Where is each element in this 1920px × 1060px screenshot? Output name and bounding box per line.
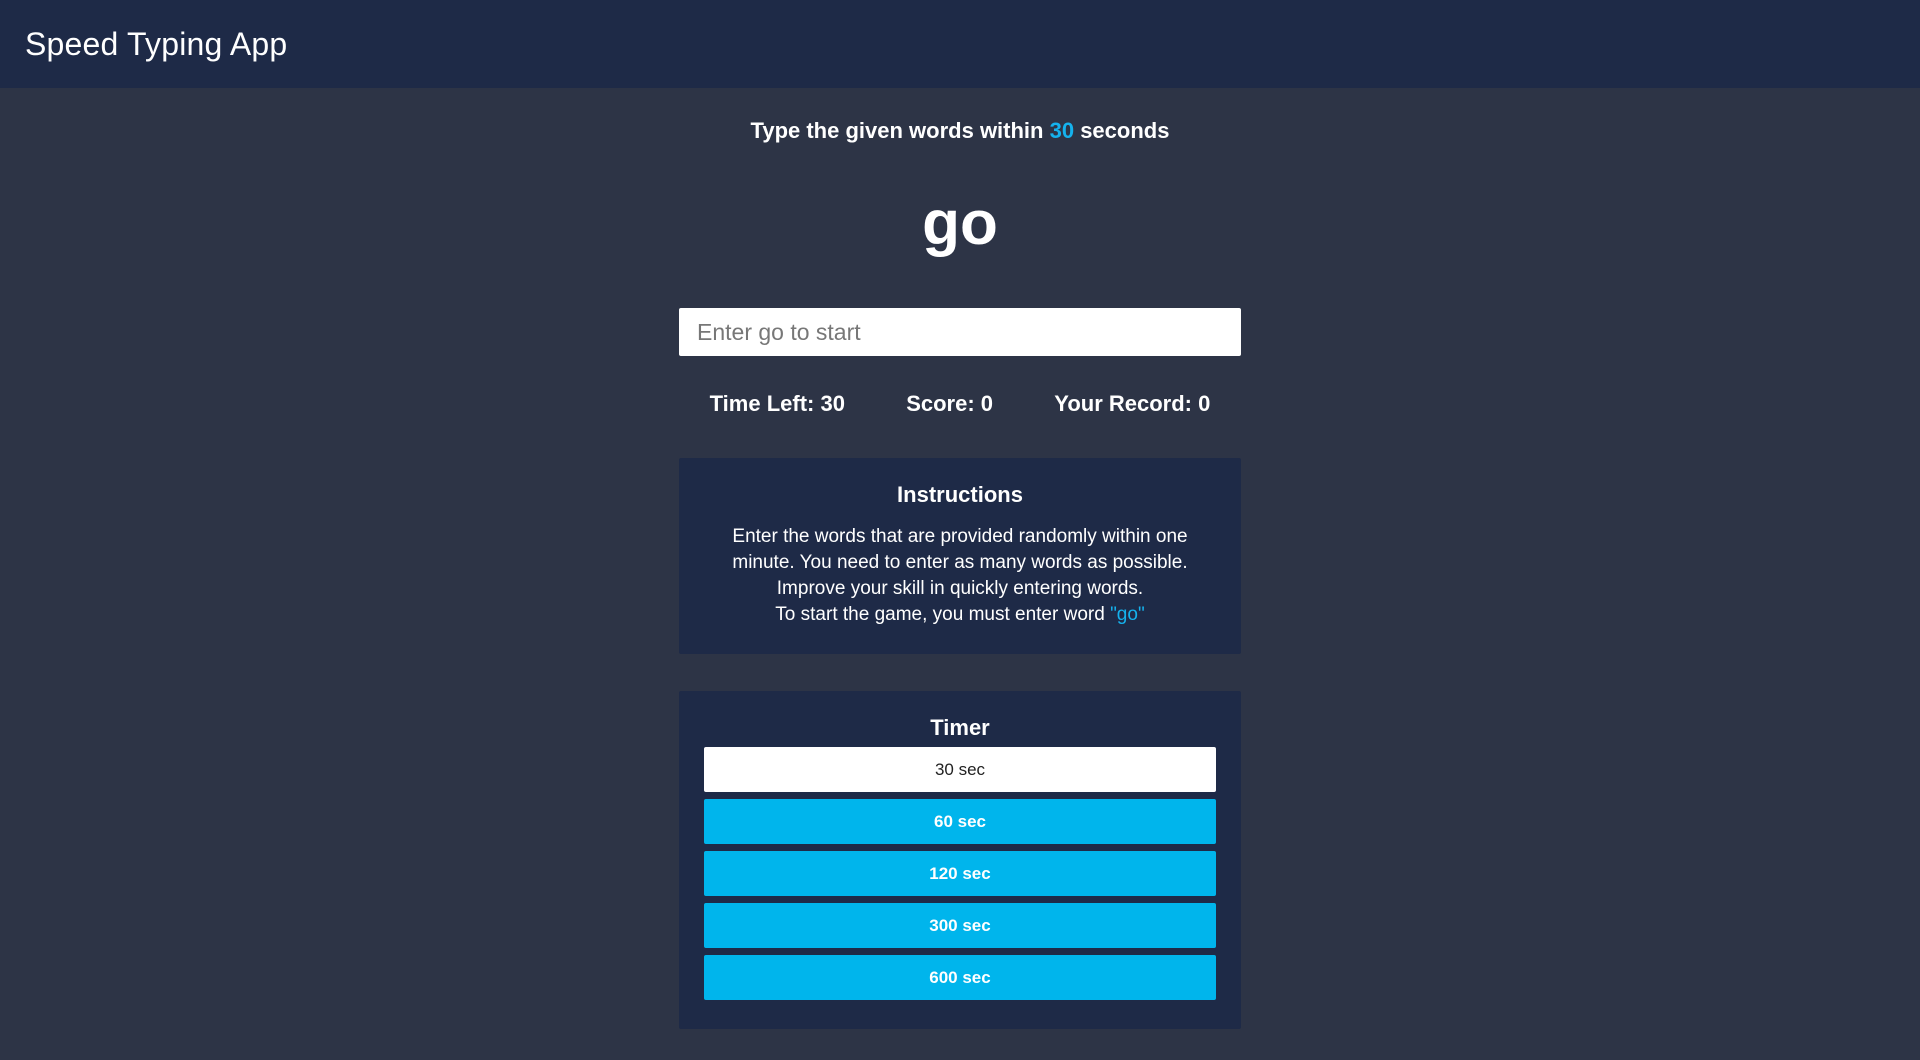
instructions-heading: Instructions bbox=[897, 482, 1023, 507]
timer-option-60[interactable]: 60 sec bbox=[704, 799, 1216, 844]
navbar: Speed Typing App bbox=[0, 0, 1920, 88]
score: Score: 0 bbox=[906, 391, 994, 416]
start-word-highlight: "go" bbox=[1110, 604, 1145, 625]
time-left: Time Left: 30 bbox=[709, 391, 845, 416]
instructions-line-4-prefix: To start the game, you must enter word bbox=[775, 604, 1111, 625]
subtitle-seconds: 30 bbox=[1049, 118, 1075, 143]
timer-heading: Timer bbox=[930, 715, 990, 740]
timer-option-600[interactable]: 600 sec bbox=[704, 955, 1216, 1000]
instructions-line-2: minute. You need to enter as many words … bbox=[732, 552, 1188, 573]
timer-option-120[interactable]: 120 sec bbox=[704, 851, 1216, 896]
main-content: Type the given words within 30 seconds g… bbox=[0, 88, 1920, 1060]
instructions-card: Instructions Enter the words that are pr… bbox=[679, 458, 1241, 654]
subtitle: Type the given words within 30 seconds bbox=[0, 118, 1920, 144]
app-title: Speed Typing App bbox=[25, 25, 288, 62]
instructions-line-1: Enter the words that are provided random… bbox=[732, 526, 1188, 547]
timer-option-300[interactable]: 300 sec bbox=[704, 903, 1216, 948]
instructions-line-4: To start the game, you must enter word "… bbox=[699, 602, 1221, 628]
subtitle-prefix: Type the given words within bbox=[750, 118, 1050, 143]
your-record: Your Record: 0 bbox=[1054, 391, 1211, 416]
timer-card: Timer 30 sec 60 sec 120 sec 300 sec 600 … bbox=[679, 691, 1241, 1029]
stats-bar: Time Left: 30 Score: 0 Your Record: 0 bbox=[679, 391, 1241, 417]
word-input[interactable] bbox=[679, 308, 1241, 356]
subtitle-suffix: seconds bbox=[1074, 118, 1170, 143]
instructions-text: Enter the words that are provided random… bbox=[679, 524, 1241, 628]
instructions-line-3: Improve your skill in quickly entering w… bbox=[776, 578, 1144, 599]
timer-options: 30 sec 60 sec 120 sec 300 sec 600 sec bbox=[679, 747, 1241, 1000]
current-word: go bbox=[922, 189, 998, 258]
timer-option-30[interactable]: 30 sec bbox=[704, 747, 1216, 792]
